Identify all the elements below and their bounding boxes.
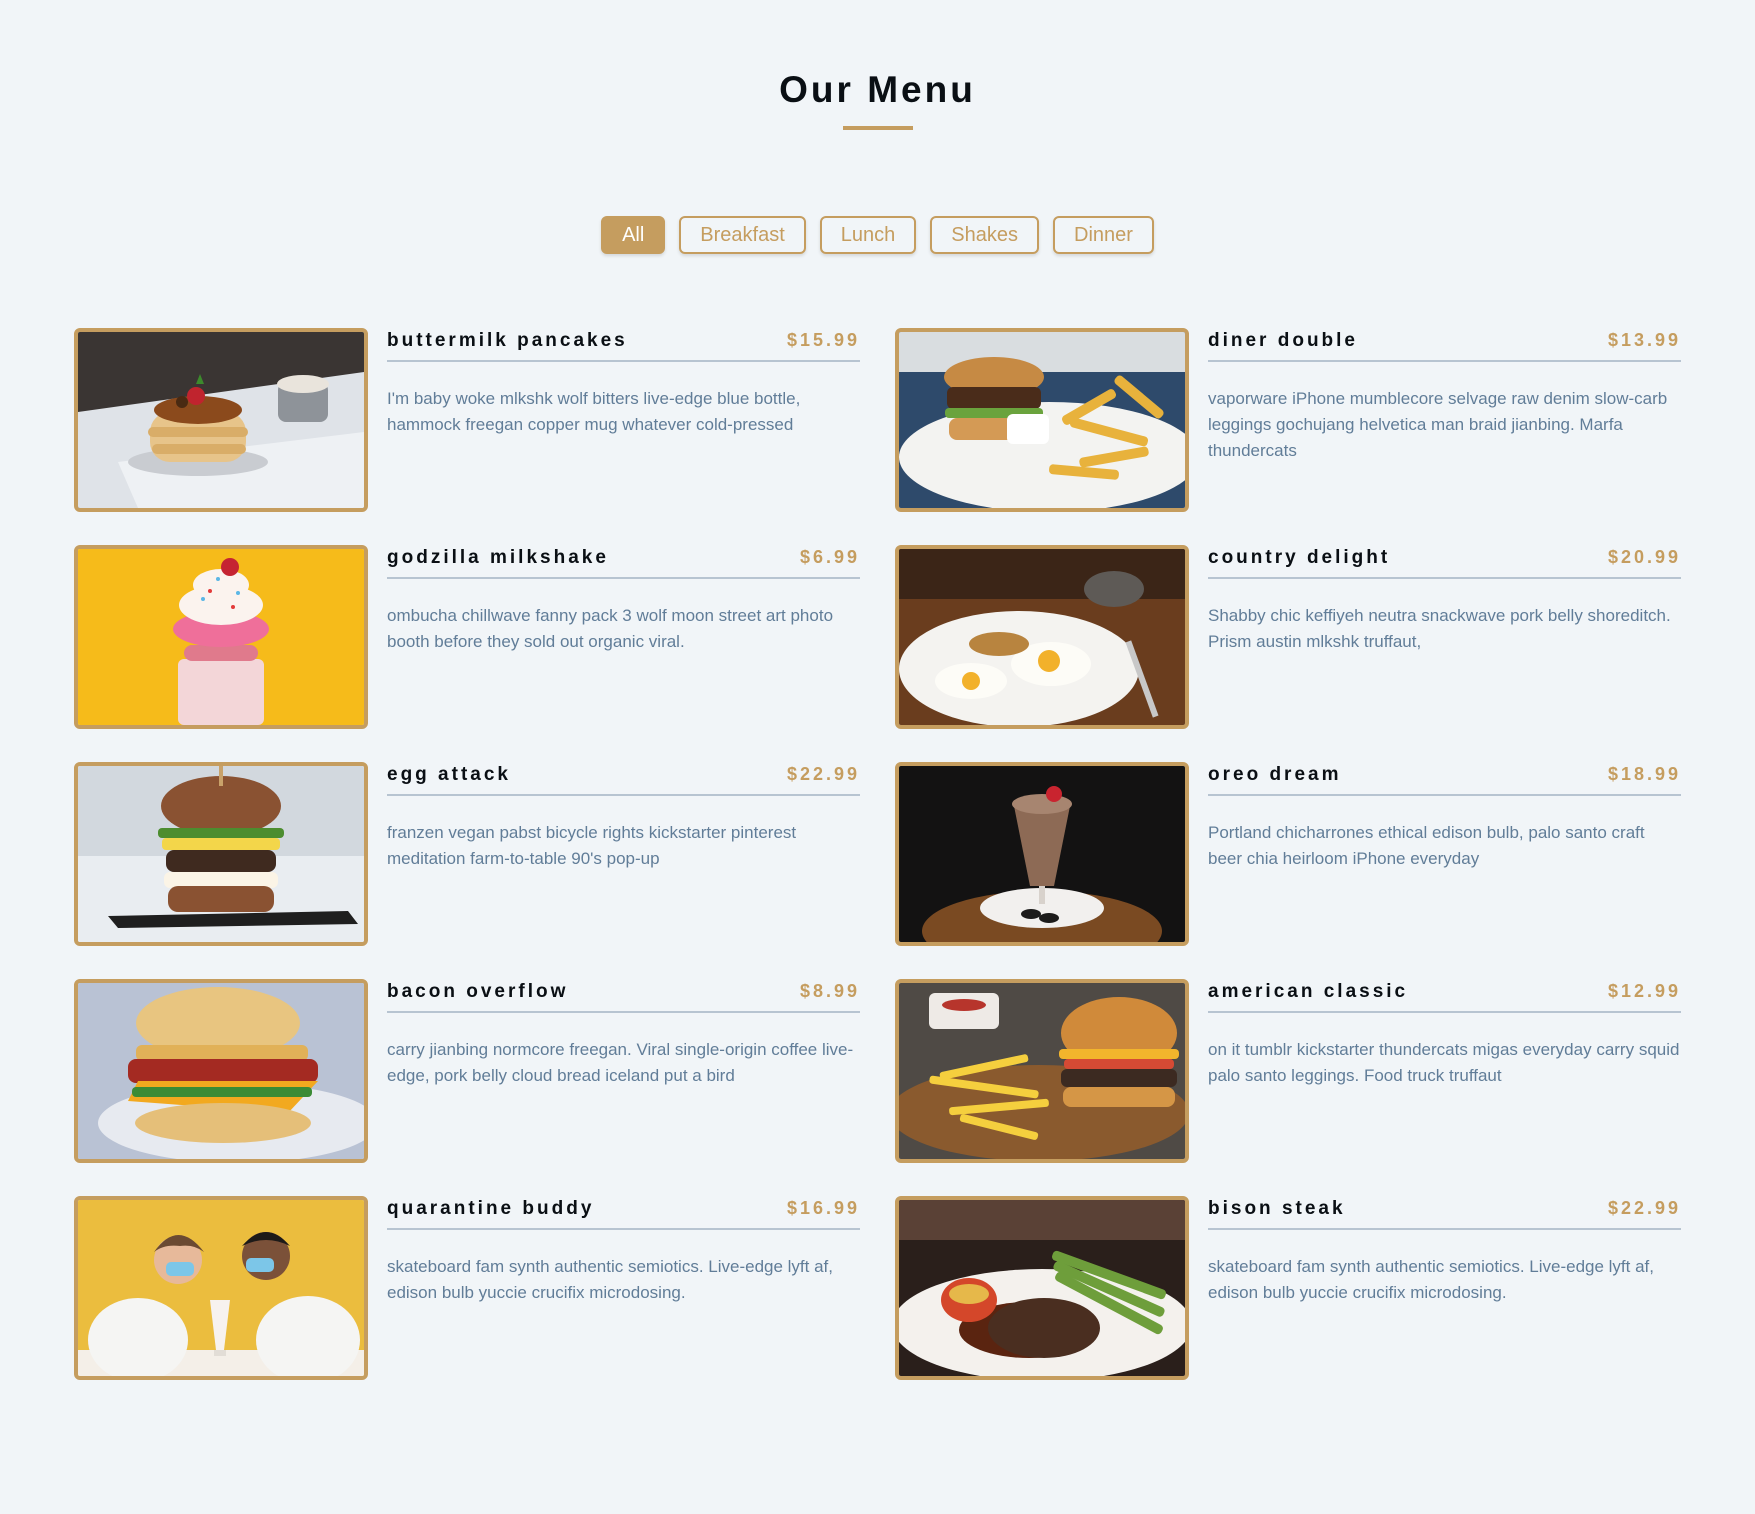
- menu-item-header: oreo dream $18.99: [1208, 764, 1681, 796]
- category-filters: All Breakfast Lunch Shakes Dinner: [0, 216, 1755, 254]
- item-description: ombucha chillwave fanny pack 3 wolf moon…: [387, 606, 834, 651]
- menu-item: american classic $12.99 on it tumblr kic…: [895, 979, 1681, 1163]
- item-price: $6.99: [799, 547, 860, 567]
- diner-double-photo: [895, 328, 1189, 512]
- menu-item-header: godzilla milkshake $6.99: [387, 547, 860, 579]
- country-delight-photo: [895, 545, 1189, 729]
- filter-lunch-button[interactable]: Lunch: [819, 216, 917, 254]
- filter-breakfast-button[interactable]: Breakfast: [679, 216, 806, 254]
- item-price: $22.99: [786, 764, 860, 784]
- menu-item-info: bacon overflow $8.99 carry jianbing norm…: [387, 979, 860, 1159]
- milkshake-image: [78, 549, 364, 725]
- item-price: $16.99: [786, 1198, 860, 1218]
- bison-steak-photo: [895, 1196, 1189, 1380]
- menu-item-header: american classic $12.99: [1208, 981, 1681, 1013]
- item-price: $18.99: [1607, 764, 1681, 784]
- item-price: $15.99: [786, 330, 860, 350]
- quarantine-buddy-photo: [74, 1196, 368, 1380]
- menu-item-info: quarantine buddy $16.99 skateboard fam s…: [387, 1196, 860, 1376]
- diner-double-image: [899, 332, 1185, 508]
- menu-item-header: bacon overflow $8.99: [387, 981, 860, 1013]
- item-description: on it tumblr kickstarter thundercats mig…: [1208, 1040, 1680, 1085]
- oreo-dream-photo: [895, 762, 1189, 946]
- item-price: $22.99: [1607, 1198, 1681, 1218]
- item-name: american classic: [1208, 981, 1409, 1002]
- menu-item: buttermilk pancakes $15.99 I'm baby woke…: [74, 328, 860, 512]
- item-description: I'm baby woke mlkshk wolf bitters live-e…: [387, 389, 801, 434]
- milkshake-photo: [74, 545, 368, 729]
- item-description: skateboard fam synth authentic semiotics…: [387, 1257, 834, 1302]
- bison-steak-image: [899, 1200, 1185, 1376]
- menu-item-info: oreo dream $18.99 Portland chicharrones …: [1208, 762, 1681, 942]
- item-name: bison steak: [1208, 1198, 1346, 1219]
- menu-item: bison steak $22.99 skateboard fam synth …: [895, 1196, 1681, 1380]
- item-name: bacon overflow: [387, 981, 569, 1002]
- item-name: country delight: [1208, 547, 1391, 568]
- page-title: Our Menu: [779, 69, 976, 110]
- menu-item: country delight $20.99 Shabby chic keffi…: [895, 545, 1681, 729]
- american-classic-image: [899, 983, 1185, 1159]
- item-price: $20.99: [1607, 547, 1681, 567]
- menu-item-header: country delight $20.99: [1208, 547, 1681, 579]
- filter-all-button[interactable]: All: [601, 216, 666, 254]
- oreo-dream-image: [899, 766, 1185, 942]
- filter-dinner-button[interactable]: Dinner: [1053, 216, 1154, 254]
- egg-attack-image: [78, 766, 364, 942]
- item-description: carry jianbing normcore freegan. Viral s…: [387, 1040, 854, 1085]
- item-name: egg attack: [387, 764, 511, 785]
- bacon-overflow-image: [78, 983, 364, 1159]
- menu-item: egg attack $22.99 franzen vegan pabst bi…: [74, 762, 860, 946]
- item-description: Portland chicharrones ethical edison bul…: [1208, 823, 1645, 868]
- item-name: oreo dream: [1208, 764, 1342, 785]
- menu-item-info: diner double $13.99 vaporware iPhone mum…: [1208, 328, 1681, 508]
- american-classic-photo: [895, 979, 1189, 1163]
- menu-item-info: country delight $20.99 Shabby chic keffi…: [1208, 545, 1681, 725]
- item-description: vaporware iPhone mumblecore selvage raw …: [1208, 389, 1668, 460]
- menu-item-info: american classic $12.99 on it tumblr kic…: [1208, 979, 1681, 1159]
- menu-grid: buttermilk pancakes $15.99 I'm baby woke…: [74, 328, 1681, 1380]
- menu-item-info: bison steak $22.99 skateboard fam synth …: [1208, 1196, 1681, 1376]
- item-description: franzen vegan pabst bicycle rights kicks…: [387, 823, 797, 868]
- menu-item: oreo dream $18.99 Portland chicharrones …: [895, 762, 1681, 946]
- pancakes-image: [78, 332, 364, 508]
- filter-shakes-button[interactable]: Shakes: [930, 216, 1039, 254]
- menu-item-info: buttermilk pancakes $15.99 I'm baby woke…: [387, 328, 860, 508]
- menu-item-header: egg attack $22.99: [387, 764, 860, 796]
- item-price: $8.99: [799, 981, 860, 1001]
- item-name: buttermilk pancakes: [387, 330, 628, 351]
- menu-page: Our Menu All Breakfast Lunch Shakes Dinn…: [0, 0, 1755, 1514]
- item-name: quarantine buddy: [387, 1198, 595, 1219]
- menu-item-info: godzilla milkshake $6.99 ombucha chillwa…: [387, 545, 860, 725]
- country-delight-image: [899, 549, 1185, 725]
- item-description: skateboard fam synth authentic semiotics…: [1208, 1257, 1655, 1302]
- bacon-overflow-photo: [74, 979, 368, 1163]
- menu-item-info: egg attack $22.99 franzen vegan pabst bi…: [387, 762, 860, 942]
- menu-item: diner double $13.99 vaporware iPhone mum…: [895, 328, 1681, 512]
- title-underline: [842, 126, 913, 130]
- pancakes-photo: [74, 328, 368, 512]
- item-name: godzilla milkshake: [387, 547, 609, 568]
- menu-item-header: diner double $13.99: [1208, 330, 1681, 362]
- quarantine-buddy-image: [78, 1200, 364, 1376]
- egg-attack-photo: [74, 762, 368, 946]
- menu-item-header: buttermilk pancakes $15.99: [387, 330, 860, 362]
- menu-item-header: bison steak $22.99: [1208, 1198, 1681, 1230]
- item-price: $13.99: [1607, 330, 1681, 350]
- title-section: Our Menu: [0, 68, 1755, 130]
- menu-item: godzilla milkshake $6.99 ombucha chillwa…: [74, 545, 860, 729]
- item-name: diner double: [1208, 330, 1358, 351]
- item-description: Shabby chic keffiyeh neutra snackwave po…: [1208, 606, 1671, 651]
- menu-item: quarantine buddy $16.99 skateboard fam s…: [74, 1196, 860, 1380]
- item-price: $12.99: [1607, 981, 1681, 1001]
- menu-item-header: quarantine buddy $16.99: [387, 1198, 860, 1230]
- menu-item: bacon overflow $8.99 carry jianbing norm…: [74, 979, 860, 1163]
